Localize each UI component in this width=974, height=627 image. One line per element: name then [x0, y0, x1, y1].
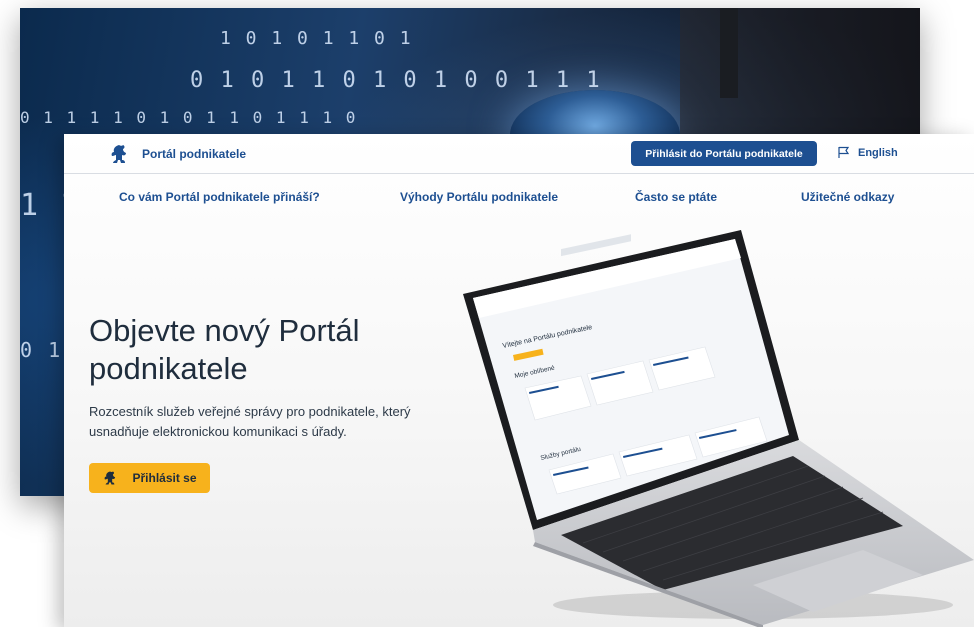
tie-graphic: [720, 8, 738, 98]
portal-page: Portál podnikatele Přihlásit do Portálu …: [64, 134, 974, 627]
binary-decoration: 0 1 1 1 1 0 1 0 1 1 0 1 1 1 0: [20, 108, 358, 127]
lion-logo-icon: [111, 145, 126, 163]
nav-item-benefits-intro[interactable]: Co vám Portál podnikatele přináší?: [119, 190, 320, 204]
portal-login-button[interactable]: Přihlásit do Portálu podnikatele: [631, 141, 817, 166]
hero-title: Objevte nový Portál podnikatele: [89, 313, 360, 386]
nav-item-advantages[interactable]: Výhody Portálu podnikatele: [400, 190, 558, 204]
binary-decoration: 0 1: [20, 338, 63, 362]
nav-item-useful-links[interactable]: Užitečné odkazy: [801, 190, 894, 204]
nav-item-faq[interactable]: Často se ptáte: [635, 190, 717, 204]
login-cta-button[interactable]: Přihlásit se: [89, 463, 210, 493]
flag-icon: [838, 146, 850, 158]
language-switch[interactable]: English: [838, 146, 898, 159]
main-nav: Co vám Portál podnikatele přináší? Výhod…: [64, 190, 974, 206]
lion-icon: [105, 471, 116, 485]
binary-decoration: 1 0 1 0 1 1 0 1: [220, 28, 413, 49]
header-bar: Portál podnikatele Přihlásit do Portálu …: [64, 134, 974, 174]
hero-subtitle: Rozcestník služeb veřejné správy pro pod…: [89, 404, 411, 439]
businessperson-graphic: [680, 8, 920, 148]
binary-decoration: 0 1 0 1 1 0 1 0 1 0 0 1 1 1: [190, 68, 602, 93]
portal-logo[interactable]: Portál podnikatele: [108, 143, 246, 165]
login-cta-label: Přihlásit se: [132, 471, 197, 485]
language-label: English: [858, 146, 898, 159]
laptop-mockup: Vítejte na Portálu podnikatele Moje oblí…: [463, 230, 974, 627]
portal-logo-text: Portál podnikatele: [142, 147, 247, 161]
